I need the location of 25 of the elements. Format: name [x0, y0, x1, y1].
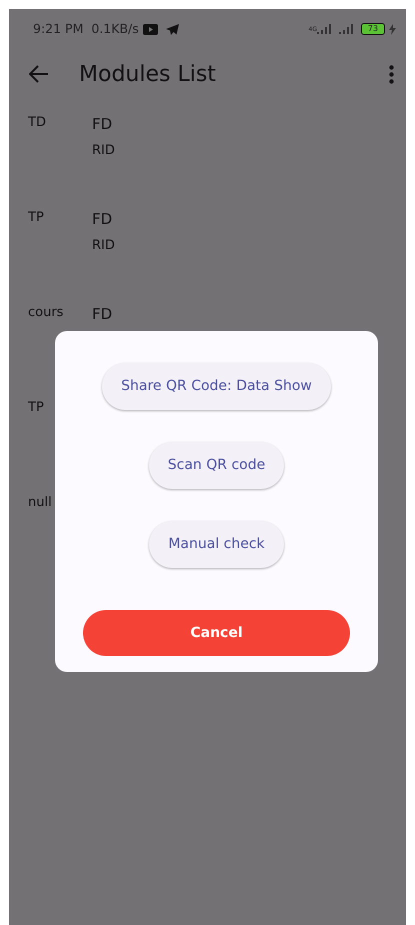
module-detail: FD [92, 209, 112, 230]
signal-icon [339, 24, 353, 34]
charging-icon [389, 24, 396, 34]
module-type: cours [28, 304, 64, 322]
status-time: 9:21 PM [33, 20, 84, 38]
network-speed: 0.1KB/s [91, 20, 139, 38]
module-detail: RID [92, 142, 115, 160]
paper-plane-icon [166, 24, 179, 34]
module-type: TP [28, 209, 45, 227]
dialog-action-button[interactable]: Manual check [149, 521, 284, 568]
module-type: TP [28, 399, 45, 417]
more-menu-icon[interactable] [389, 64, 394, 84]
signal-icon [317, 24, 331, 34]
battery-icon: 73 [361, 23, 385, 35]
page-title: Modules List [79, 60, 216, 88]
module-detail: FD [92, 304, 112, 325]
module-type: null [28, 494, 53, 512]
dialog-action-button[interactable]: Share QR Code: Data Show [102, 363, 331, 410]
module-detail: RID [92, 236, 115, 254]
cancel-button[interactable]: Cancel [83, 610, 350, 656]
video-icon [142, 24, 158, 34]
module-detail: FD [92, 114, 112, 135]
dialog-action-button[interactable]: Scan QR code [148, 442, 284, 489]
back-arrow-icon[interactable] [29, 65, 49, 83]
module-type: TD [28, 114, 47, 132]
